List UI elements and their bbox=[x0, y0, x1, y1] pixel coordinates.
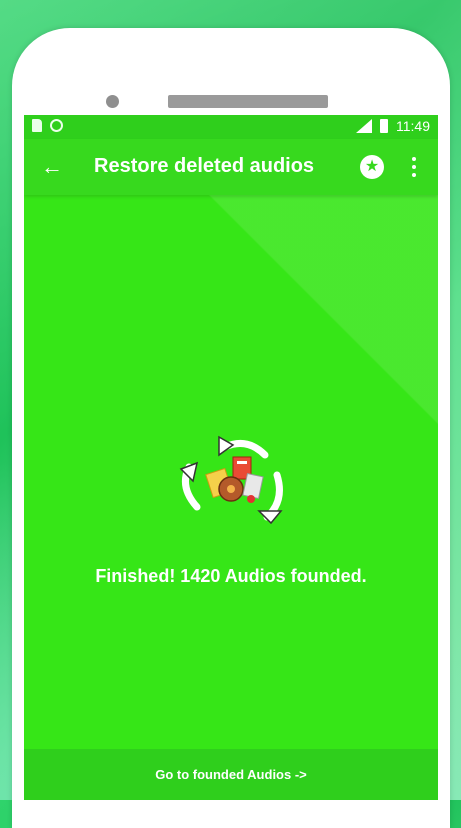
sd-card-icon bbox=[32, 119, 42, 132]
status-right-icons: 11:49 bbox=[356, 118, 430, 134]
status-bar: 11:49 bbox=[24, 115, 438, 139]
recycle-audio-icon bbox=[179, 435, 283, 525]
battery-icon bbox=[380, 119, 388, 133]
signal-icon bbox=[356, 119, 372, 133]
back-button[interactable]: ← bbox=[38, 153, 66, 181]
speaker-grille bbox=[168, 95, 328, 108]
star-circle-icon: ★ bbox=[364, 158, 380, 175]
more-vert-icon bbox=[412, 157, 416, 161]
arrow-left-icon: ← bbox=[41, 154, 63, 179]
go-to-audios-button[interactable]: Go to founded Audios -> bbox=[24, 749, 438, 800]
status-time: 11:49 bbox=[396, 118, 430, 134]
sync-icon bbox=[50, 119, 63, 132]
overflow-menu-button[interactable] bbox=[406, 151, 422, 183]
app-bar: ← Restore deleted audios ★ bbox=[24, 139, 438, 195]
app-screen: 11:49 ← Restore deleted audios ★ Finishe… bbox=[24, 115, 438, 800]
status-left-icons bbox=[32, 119, 63, 132]
page-title: Restore deleted audios bbox=[94, 155, 315, 177]
status-message: Finished! 1420 Audios founded. bbox=[95, 566, 367, 586]
camera-dot bbox=[106, 95, 119, 108]
rate-button[interactable]: ★ bbox=[360, 155, 384, 179]
